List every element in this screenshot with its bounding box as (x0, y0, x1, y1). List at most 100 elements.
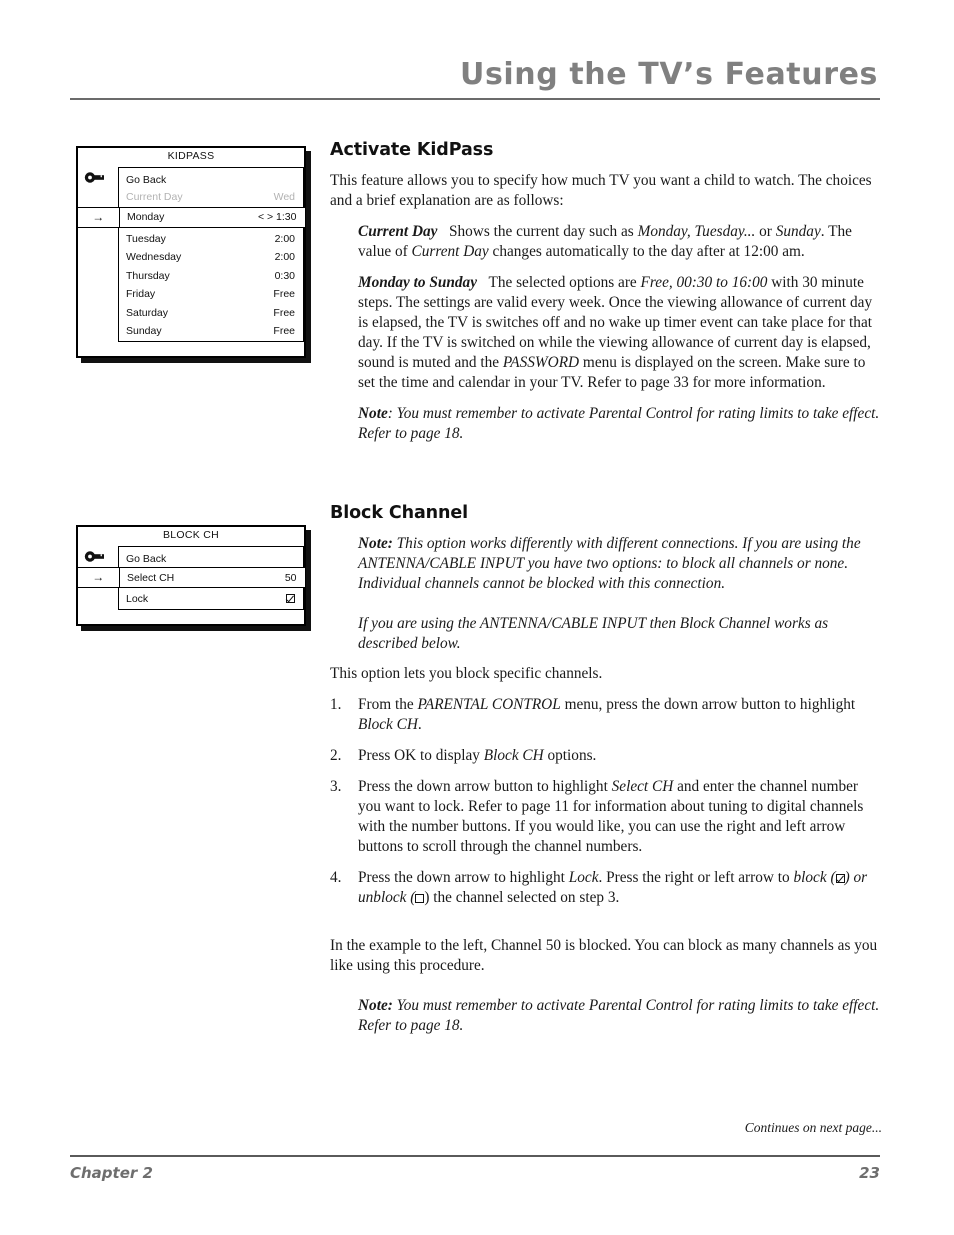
step-italic-2: block (793, 869, 827, 887)
block-ch-menu-figure: BLOCK CH Go Back → Select CH 50 Lock (76, 525, 306, 627)
current-day-text-1: Shows the current day such as (448, 223, 638, 241)
menu-item-label: Tuesday (126, 232, 166, 245)
checked-checkbox-icon (835, 874, 845, 884)
step-text-1: From the (358, 696, 418, 714)
menu-item-lock[interactable]: Lock (119, 588, 303, 609)
article-content: Activate KidPass This feature allows you… (330, 140, 882, 1047)
step-text-2: menu, press the down arrow button to hig… (560, 696, 856, 714)
menu-item-label: Current Day (126, 190, 183, 203)
menu-item-label: Lock (126, 593, 149, 606)
note-label: Note: (358, 996, 393, 1014)
step-number: 4. (330, 869, 342, 887)
current-day-paragraph: Current Day Shows the current day such a… (358, 222, 882, 262)
menu-item-label: Thursday (126, 269, 170, 282)
key-icon (84, 171, 104, 183)
menu-item-content: Monday < > 1:30 (119, 207, 305, 227)
continues-note: Continues on next page... (744, 1120, 882, 1135)
menu-item-label: Monday (127, 211, 165, 224)
menu-item-monday-selected[interactable]: → Monday < > 1:30 (77, 206, 305, 228)
block-ch-menu-body: Go Back → Select CH 50 Lock (77, 545, 305, 625)
step-text-5: ( (406, 889, 416, 907)
step-text-3: ( (826, 869, 836, 887)
menu-item-thursday[interactable]: Thursday 0:30 (119, 267, 303, 286)
block-channel-note-3: Note: You must remember to activate Pare… (358, 996, 882, 1036)
chapter-label: Chapter 2 (70, 1164, 153, 1182)
page-header: Using the TV’s Features (70, 60, 880, 100)
menu-item-value: 50 (284, 571, 297, 584)
menu-item-label: Go Back (126, 552, 167, 565)
menu-item-value: 0:30 (274, 269, 295, 282)
menu-item-label: Friday (126, 288, 156, 301)
current-day-term: Current Day (358, 223, 438, 241)
current-day-italic-2: Sunday (775, 223, 821, 241)
menu-item-value: Free (273, 306, 295, 319)
menu-item-wednesday[interactable]: Wednesday 2:00 (119, 249, 303, 268)
step-italic-3: unblock (358, 889, 407, 907)
block-ch-menu-rows: Go Back → Select CH 50 Lock (77, 545, 305, 611)
current-day-text-4: changes automatically to the day after a… (488, 242, 805, 260)
step-italic-2: Block CH (358, 716, 418, 734)
block-channel-example-paragraph: In the example to the left, Channel 50 i… (330, 936, 882, 976)
page-number: 23 (859, 1164, 880, 1182)
example-text: In the example to the left, Channel 50 i… (330, 936, 878, 974)
menu-item-go-back[interactable]: Go Back (119, 547, 303, 568)
note-label: Note (358, 404, 388, 422)
menu-item-value: 2:00 (274, 232, 295, 245)
menu-item-label: Select CH (127, 571, 175, 584)
current-day-italic-1: Monday, Tuesday... (637, 223, 756, 241)
step-text-1: Press the down arrow button to highlight (358, 778, 612, 796)
activate-kidpass-heading: Activate KidPass (330, 140, 494, 160)
selection-arrow-icon: → (92, 209, 105, 224)
menu-item-label: Wednesday (126, 251, 182, 264)
menu-item-value: Free (273, 325, 295, 338)
kidpass-intro-paragraph: This feature allows you to specify how m… (330, 171, 882, 211)
monday-to-sunday-paragraph: Monday to Sunday The selected options ar… (358, 273, 882, 393)
kidpass-note-paragraph: Note: You must remember to activate Pare… (358, 404, 882, 444)
menu-item-go-back[interactable]: Go Back (119, 168, 303, 189)
header-divider (70, 98, 880, 100)
menu-item-friday[interactable]: Friday Free (119, 286, 303, 305)
menu-item-value (286, 594, 295, 606)
menu-item-sunday[interactable]: Sunday Free (119, 323, 303, 342)
selection-arrow-icon: → (92, 570, 105, 585)
page-title: Using the TV’s Features (459, 57, 878, 92)
step-text-1: Press OK to display (358, 747, 484, 765)
monday-italic-2: PASSWORD (502, 353, 580, 371)
monday-text-1: The selected options are (488, 273, 641, 291)
list-item: 2. Press OK to display Block CH options. (330, 746, 882, 766)
menu-item-value: 2:00 (274, 251, 295, 264)
block-channel-note-2: If you are using the ANTENNA/CABLE INPUT… (358, 614, 882, 654)
note-text: If you are using the ANTENNA/CABLE INPUT… (358, 614, 829, 652)
kidpass-menu-rows: Go Back Current Day Wed → Monday < > 1:3… (77, 166, 305, 343)
kidpass-intro-text: This feature allows you to specify how m… (330, 172, 872, 210)
menu-item-label: Saturday (126, 306, 169, 319)
menu-item-tuesday[interactable]: Tuesday 2:00 (119, 228, 303, 249)
footer-row: Chapter 2 23 (70, 1157, 880, 1182)
note-text: You must remember to activate Parental C… (358, 996, 880, 1034)
unchecked-checkbox-icon (415, 894, 425, 904)
menu-item-value: < > 1:30 (257, 211, 297, 224)
step-number: 2. (330, 747, 342, 765)
list-item: 4. Press the down arrow to highlight Lock… (330, 868, 882, 908)
block-channel-steps-list: 1. From the PARENTAL CONTROL menu, press … (330, 695, 882, 908)
monday-italic-1: Free, 00:30 to 16:00 (640, 273, 768, 291)
list-item: 3. Press the down arrow button to highlig… (330, 777, 882, 857)
step-italic-1: PARENTAL CONTROL (417, 696, 561, 714)
checked-checkbox-icon[interactable] (286, 594, 295, 604)
monday-to-sunday-term: Monday to Sunday (358, 273, 477, 291)
page-footer: Chapter 2 23 (70, 1155, 880, 1182)
key-icon (84, 550, 104, 562)
step-text-2: options. (543, 747, 597, 765)
step-text-1: Press the down arrow to highlight (358, 869, 569, 887)
block-channel-heading: Block Channel (330, 502, 469, 523)
block-channel-note-1: Note: This option works differently with… (358, 534, 882, 594)
list-item: 1. From the PARENTAL CONTROL menu, press … (330, 695, 882, 735)
kidpass-menu-title: KIDPASS (167, 150, 215, 162)
menu-item-select-ch-selected[interactable]: → Select CH 50 (77, 567, 305, 589)
step-number: 1. (330, 696, 342, 714)
kidpass-menu-figure: KIDPASS Go Back Current Day Wed → Monday… (76, 146, 306, 359)
menu-item-saturday[interactable]: Saturday Free (119, 304, 303, 323)
menu-item-label: Sunday (126, 325, 162, 338)
